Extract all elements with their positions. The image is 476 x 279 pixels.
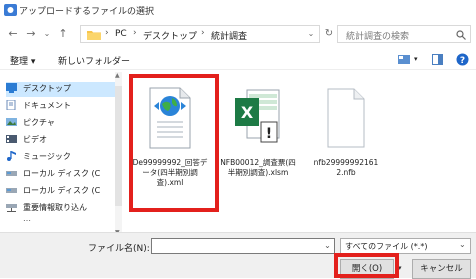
- nav-item-partial[interactable]: …: [6, 218, 116, 226]
- excel-macro-file-icon: X !: [235, 89, 280, 143]
- nav-item-label-partial: …: [23, 218, 31, 223]
- scroll-up-arrow-icon[interactable]: ▲: [115, 72, 120, 79]
- breadcrumb-separator-icon: ›: [201, 28, 205, 38]
- blank-file-icon: [327, 88, 365, 148]
- command-bar: 整理 ▾ 新しいフォルダー ▾ ?: [0, 48, 476, 70]
- nav-item-label: ローカル ディスク (C: [23, 169, 101, 178]
- svg-text:!: !: [266, 126, 272, 142]
- filename-dropdown-chevron-icon[interactable]: ⌄: [320, 238, 335, 254]
- breadcrumb[interactable]: › PC › デスクトップ › 統計調査: [80, 25, 320, 43]
- breadcrumb-current-folder[interactable]: 統計調査: [211, 29, 247, 42]
- file-open-dialog: アップロードするファイルの選択 ← → ⌄ ↑ › PC › デスクトップ › …: [0, 0, 476, 279]
- filetype-select[interactable]: すべてのファイル (*.*) ⌄: [340, 238, 471, 254]
- folder-icon: [87, 31, 101, 40]
- nav-item-label: ピクチャ: [23, 118, 55, 127]
- filetype-chevron-icon: ⌄: [459, 240, 466, 249]
- file-name: NFB00012_調査票(四半期別調査).xlsm: [220, 158, 296, 177]
- nav-item-label: デスクトップ: [23, 84, 71, 93]
- desktop-folder-icon: [6, 83, 17, 93]
- nav-scrollbar-thumb[interactable]: [115, 86, 122, 206]
- file-name: nfb29999992161 2.nfb: [313, 158, 379, 177]
- nav-item-network-drive[interactable]: 重要情報取り込ん: [6, 201, 116, 216]
- title-bar: アップロードするファイルの選択: [0, 0, 476, 22]
- navigation-pane: デスクトップ ドキュメント ピクチャ ビデオ ミュージック ローカル ディスク …: [0, 72, 122, 238]
- filetype-value: すべてのファイル (*.*): [345, 242, 428, 251]
- music-folder-icon: [7, 151, 16, 161]
- file-item-nfb[interactable]: nfb29999992161 2.nfb: [307, 82, 385, 212]
- back-arrow-icon[interactable]: ←: [6, 27, 20, 41]
- breadcrumb-separator-icon: ›: [133, 28, 137, 38]
- help-icon[interactable]: ?: [456, 53, 469, 66]
- nav-item-label: ミュージック: [23, 152, 71, 161]
- svg-text:X: X: [241, 103, 254, 122]
- videos-folder-icon: [6, 135, 17, 143]
- bottom-bar: ファイル名(N): ⌄ すべてのファイル (*.*) ⌄ 開く(O) ▾ キャン…: [0, 232, 476, 279]
- address-row: ← → ⌄ ↑ › PC › デスクトップ › 統計調査 ⌄ ↻ 統計調査の検索: [0, 22, 476, 48]
- forward-arrow-icon[interactable]: →: [24, 27, 38, 41]
- nav-item-label: ドキュメント: [23, 101, 71, 110]
- app-icon: [4, 4, 17, 16]
- preview-pane-icon[interactable]: [432, 54, 443, 65]
- search-icon[interactable]: [456, 30, 466, 40]
- view-options-icon[interactable]: [398, 55, 410, 64]
- search-placeholder: 統計調査の検索: [346, 32, 410, 42]
- nav-item-desktop[interactable]: デスクトップ: [6, 82, 116, 97]
- drive-icon: [6, 188, 17, 193]
- svg-text:?: ?: [460, 56, 465, 66]
- nav-item-music[interactable]: ミュージック: [6, 150, 116, 165]
- nav-item-documents[interactable]: ドキュメント: [6, 99, 116, 114]
- search-input[interactable]: 統計調査の検索: [337, 25, 471, 43]
- window-title: アップロードするファイルの選択: [19, 7, 155, 17]
- file-item-xlsm[interactable]: X ! NFB00012_調査票(四半期別調査).xlsm: [219, 82, 297, 212]
- nav-item-label: 重要情報取り込ん: [23, 203, 87, 212]
- nav-item-videos[interactable]: ビデオ: [6, 133, 116, 148]
- network-drive-icon: [6, 204, 17, 212]
- nav-item-label: ローカル ディスク (C: [23, 186, 101, 195]
- open-button-highlight-box: [334, 253, 399, 278]
- up-arrow-icon[interactable]: ↑: [56, 27, 70, 41]
- filename-label: ファイル名(N):: [88, 244, 150, 254]
- refresh-icon[interactable]: ↻: [322, 27, 336, 41]
- nav-item-local-disk-c[interactable]: ローカル ディスク (C: [6, 167, 116, 182]
- new-folder-button[interactable]: 新しいフォルダー: [58, 54, 130, 67]
- nav-item-label: ビデオ: [23, 135, 47, 144]
- view-dropdown-chevron-icon[interactable]: ▾: [414, 55, 418, 63]
- recent-locations-chevron-icon[interactable]: ⌄: [40, 27, 54, 41]
- file-highlight-box: [129, 74, 219, 212]
- pictures-folder-icon: [6, 118, 17, 126]
- organize-button[interactable]: 整理 ▾: [10, 54, 35, 67]
- documents-folder-icon: [6, 100, 16, 110]
- breadcrumb-separator-icon: ›: [105, 28, 109, 38]
- filename-input[interactable]: [151, 238, 335, 254]
- address-dropdown-chevron-icon[interactable]: ⌄: [304, 27, 318, 41]
- cancel-button[interactable]: キャンセル: [412, 259, 471, 279]
- breadcrumb-desktop[interactable]: デスクトップ: [143, 29, 197, 42]
- drive-icon: [6, 171, 17, 176]
- nav-item-local-disk-c2[interactable]: ローカル ディスク (C: [6, 184, 116, 199]
- nav-item-pictures[interactable]: ピクチャ: [6, 116, 116, 131]
- breadcrumb-pc[interactable]: PC: [115, 29, 127, 39]
